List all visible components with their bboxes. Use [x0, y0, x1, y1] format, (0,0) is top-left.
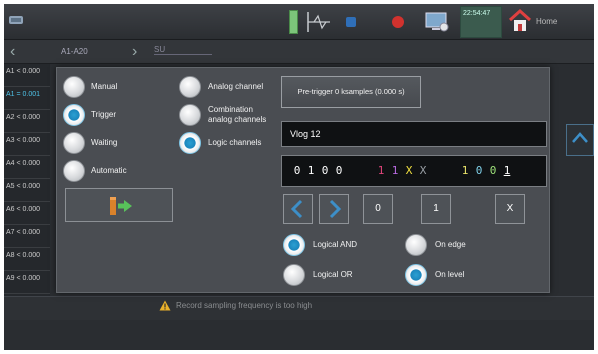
- on-level-label: On level: [435, 270, 465, 279]
- channel-row[interactable]: A5 < 0.000: [4, 179, 50, 202]
- channel-list: A1 < 0.000 A1 = 0.001 A2 < 0.000 A3 < 0.…: [4, 64, 50, 296]
- source-logic-radio[interactable]: [179, 132, 201, 154]
- on-edge-radio[interactable]: [405, 234, 427, 256]
- on-level-radio[interactable]: [405, 264, 427, 286]
- insert-button[interactable]: [65, 188, 173, 222]
- warning-icon: [159, 300, 171, 311]
- trigger-settings-dialog: Manual Trigger Waiting Automatic Analog …: [56, 67, 550, 293]
- pattern-bit[interactable]: 0: [290, 156, 304, 186]
- pattern-bit[interactable]: 1: [304, 156, 318, 186]
- logic-or-label: Logical OR: [313, 270, 353, 279]
- chevron-up-icon: [572, 132, 588, 143]
- set-one-button[interactable]: 1: [421, 194, 451, 224]
- channel-row[interactable]: A4 < 0.000: [4, 156, 50, 179]
- pattern-bit[interactable]: [444, 156, 458, 186]
- set-zero-button[interactable]: 0: [363, 194, 393, 224]
- channel-range-label: A1-A20: [61, 47, 88, 56]
- home-label[interactable]: Home: [536, 17, 557, 26]
- source-analog-label: Analog channel: [208, 82, 264, 91]
- pattern-bit[interactable]: [430, 156, 444, 186]
- logic-and-label: Logical AND: [313, 240, 358, 249]
- app-screen: 22:54:47 Home ‹ A1-A20 › SU A1 < 0.000 A…: [4, 4, 594, 350]
- logic-or-radio[interactable]: [283, 264, 305, 286]
- pattern-bit[interactable]: 1: [374, 156, 388, 186]
- mode-manual-radio[interactable]: [63, 76, 85, 98]
- signal-icon: [307, 12, 330, 32]
- home-icon[interactable]: [508, 8, 532, 34]
- pattern-bit[interactable]: 1: [458, 156, 472, 186]
- record-mode-icon[interactable]: [346, 17, 356, 27]
- channel-row[interactable]: A1 < 0.000: [4, 64, 50, 87]
- mode-automatic-label: Automatic: [91, 166, 127, 175]
- pattern-bit[interactable]: [360, 156, 374, 186]
- on-edge-label: On edge: [435, 240, 466, 249]
- channel-row[interactable]: A7 < 0.000: [4, 225, 50, 248]
- warning-message: Record sampling frequency is too high: [176, 301, 313, 310]
- mode-trigger-radio[interactable]: [63, 104, 85, 126]
- pattern-bit[interactable]: 1: [388, 156, 402, 186]
- pattern-bit[interactable]: 0: [332, 156, 346, 186]
- battery-icon: [289, 10, 298, 34]
- set-x-button[interactable]: X: [495, 194, 525, 224]
- insert-arrow-icon: [110, 197, 132, 215]
- clock-time: 22:54:47: [463, 10, 491, 17]
- mode-trigger-label: Trigger: [91, 110, 117, 119]
- logic-pattern-field[interactable]: 0100 11XX 1001: [281, 155, 547, 187]
- source-combination-radio[interactable]: [179, 104, 201, 126]
- channel-row[interactable]: A1 = 0.001: [4, 87, 50, 110]
- chevron-right-icon: [329, 199, 342, 219]
- mode-automatic-radio[interactable]: [63, 160, 85, 182]
- source-combination-label: Combination analog channels: [208, 105, 267, 124]
- channel-row[interactable]: A9 < 0.000: [4, 271, 50, 294]
- pattern-bit[interactable]: 0: [318, 156, 332, 186]
- pretrigger-button[interactable]: Pre-trigger 0 ksamples (0.000 s): [281, 76, 421, 108]
- source-analog-radio[interactable]: [179, 76, 201, 98]
- pattern-bit[interactable]: 1: [500, 156, 514, 186]
- pattern-bit[interactable]: X: [416, 156, 430, 186]
- channel-row[interactable]: A6 < 0.000: [4, 202, 50, 225]
- prev-page-icon[interactable]: ‹: [10, 43, 15, 61]
- mode-waiting-radio[interactable]: [63, 132, 85, 154]
- mode-waiting-label: Waiting: [91, 138, 118, 147]
- channel-row[interactable]: A8 < 0.000: [4, 248, 50, 271]
- channel-row[interactable]: A3 < 0.000: [4, 133, 50, 156]
- device-logo-icon: [9, 16, 23, 24]
- chevron-left-icon: [290, 199, 303, 219]
- trigger-name-field[interactable]: Vlog 12: [281, 121, 547, 147]
- channel-nav-bar: ‹ A1-A20 › SU: [4, 40, 594, 64]
- source-logic-label: Logic channels: [208, 138, 262, 147]
- pattern-bit[interactable]: X: [402, 156, 416, 186]
- pattern-bit[interactable]: 0: [472, 156, 486, 186]
- logic-and-radio[interactable]: [283, 234, 305, 256]
- cursor-right-button[interactable]: [319, 194, 349, 224]
- cursor-left-button[interactable]: [283, 194, 313, 224]
- su-label: SU: [154, 45, 212, 55]
- pattern-bit[interactable]: 0: [486, 156, 500, 186]
- mode-manual-label: Manual: [91, 82, 118, 91]
- channel-row[interactable]: A2 < 0.000: [4, 110, 50, 133]
- clock-display: 22:54:47: [460, 6, 502, 38]
- record-button-icon[interactable]: [392, 16, 404, 28]
- monitor-icon[interactable]: [424, 10, 450, 34]
- pattern-bit[interactable]: [346, 156, 360, 186]
- top-status-bar: 22:54:47 Home: [4, 4, 594, 40]
- next-page-icon[interactable]: ›: [132, 43, 137, 61]
